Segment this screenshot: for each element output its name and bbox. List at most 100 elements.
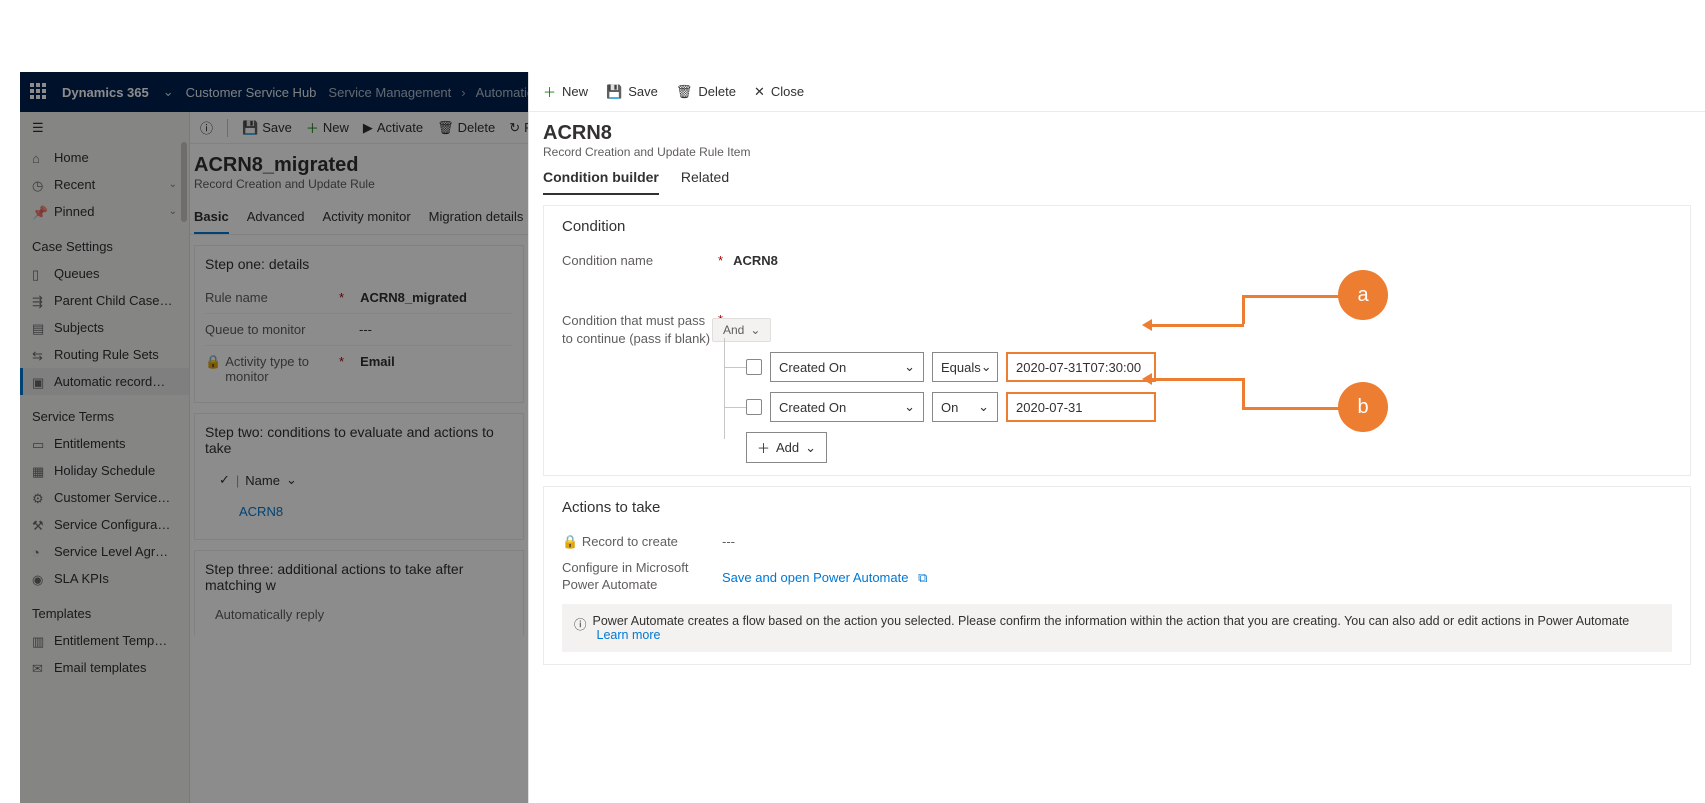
sidebar-item-queues[interactable]: ▯Queues [20,260,189,287]
info-icon: ⓘ [574,614,587,633]
field-queue: Queue to monitor --- [205,313,513,345]
home-icon: ⌂ [32,151,46,165]
field-value[interactable]: --- [722,530,735,549]
sidebar-item-holiday[interactable]: ▦Holiday Schedule [20,457,189,484]
field-selector[interactable]: Created On⌄ [770,392,924,422]
email-icon: ✉ [32,661,46,675]
save-button[interactable]: 💾Save [606,84,658,100]
sidebar-item-ent-temp[interactable]: ▥Entitlement Temp… [20,627,189,654]
learn-more-link[interactable]: Learn more [597,628,661,642]
input-value: 2020-07-31T07:30:00 [1016,360,1141,375]
activate-button[interactable]: ▶Activate [363,120,423,136]
tab-activity-monitor[interactable]: Activity monitor [323,209,411,234]
sidebar-item-subjects[interactable]: ▤Subjects [20,314,189,341]
tab-migration-details[interactable]: Migration details [429,209,524,234]
sidebar-item-label: Routing Rule Sets [54,347,159,362]
chevron-down-icon[interactable]: ⌄ [163,84,174,100]
background-command-bar: ⓘ 💾Save ＋New ▶Activate 🗑Delete ↻Refr [190,112,528,144]
add-condition-button[interactable]: ＋Add⌄ [746,432,827,463]
info-banner: ⓘ Power Automate creates a flow based on… [562,604,1672,652]
field-value[interactable]: ACRN8 [733,249,778,268]
panel-command-bar: ＋New 💾Save 🗑Delete ✕Close [529,72,1705,112]
trash-icon: 🗑 [437,120,454,136]
lock-icon: 🔒 [562,534,578,549]
operator-selector[interactable]: On⌄ [932,392,998,422]
sidebar-item-cust-svc[interactable]: ⚙Customer Service… [20,484,189,511]
group-operator[interactable]: And⌄ [712,318,771,342]
breadcrumb-1[interactable]: Service Management [328,85,451,100]
table-header[interactable]: ✓|Name⌄ [205,466,513,494]
sidebar-item-label: Automatic record… [54,374,165,389]
sidebar-item-label: Email templates [54,660,146,675]
sidebar-item-sla-kpi[interactable]: ◉SLA KPIs [20,565,189,592]
button-label: Add [776,440,799,455]
section-title: Step one: details [205,256,513,272]
button-label: Delete [698,84,736,99]
section-title: Condition [562,218,1672,235]
tree-icon: ⇶ [32,294,46,308]
field-value[interactable]: --- [359,322,372,337]
activate-icon: ▶ [363,120,373,136]
divider: | [236,473,239,488]
app-launcher-icon[interactable] [30,83,48,101]
row-checkbox[interactable] [746,359,762,375]
scrollbar-thumb[interactable] [181,142,187,222]
table-row[interactable]: ACRN8 [205,494,513,529]
annotation-badge-a: a [1338,270,1388,320]
sidebar-section-terms: Service Terms [20,395,189,430]
sidebar-item-home[interactable]: ⌂Home [20,144,189,171]
tab-basic[interactable]: Basic [194,209,229,234]
field-power-automate: Configure in Microsoft Power Automate Sa… [562,556,1672,594]
power-automate-link-wrapper: Save and open Power Automate ⧉ [722,556,927,586]
check-icon: ✓ [219,472,230,488]
sidebar-item-recent[interactable]: ◷Recent⌄ [20,171,189,198]
power-automate-link[interactable]: Save and open Power Automate [722,570,908,585]
panel-body: Condition Condition name * ACRN8 Conditi… [529,205,1705,679]
hamburger-icon[interactable]: ☰ [20,112,189,144]
save-icon: 💾 [606,84,622,100]
record-icon: ▣ [32,375,46,389]
value-input[interactable]: 2020-07-31 [1006,392,1156,422]
step-two-section: Step two: conditions to evaluate and act… [194,413,524,540]
condition-section: Condition Condition name * ACRN8 Conditi… [543,205,1691,476]
condition-row-2: Created On⌄ On⌄ 2020-07-31 [746,392,1672,422]
info-icon[interactable]: ⓘ [200,118,213,137]
required-indicator: * [339,354,344,384]
chevron-down-icon: ⌄ [904,359,915,375]
page-title: ACRN8_migrated [194,154,524,177]
close-button[interactable]: ✕Close [754,84,804,100]
step-one-section: Step one: details Rule name* ACRN8_migra… [194,245,524,403]
sidebar-item-routing[interactable]: ⇆Routing Rule Sets [20,341,189,368]
value-input[interactable]: 2020-07-31T07:30:00 [1006,352,1156,382]
sidebar-item-sla[interactable]: ◔Service Level Agr… [20,538,189,565]
sidebar-item-svc-config[interactable]: ⚒Service Configura… [20,511,189,538]
row-checkbox[interactable] [746,399,762,415]
new-button[interactable]: ＋New [543,82,588,101]
tab-related[interactable]: Related [681,169,729,195]
tab-advanced[interactable]: Advanced [247,209,305,234]
sidebar-item-entitlements[interactable]: ▭Entitlements [20,430,189,457]
field-selector[interactable]: Created On ⌄ [770,352,924,382]
field-rule-name: Rule name* ACRN8_migrated [205,282,513,313]
save-button[interactable]: 💾Save [242,120,292,136]
background-header: ACRN8_migrated Record Creation and Updat… [190,144,528,201]
clock-icon: ◷ [32,178,46,192]
selector-value: On [941,400,958,415]
operator-selector[interactable]: Equals⌄ [932,352,998,382]
app-name[interactable]: Customer Service Hub [186,85,317,100]
section-title: Step two: conditions to evaluate and act… [205,424,513,456]
selector-value: Created On [779,360,846,375]
delete-button[interactable]: 🗑Delete [676,84,736,100]
field-value[interactable]: ACRN8_migrated [360,290,467,305]
delete-button[interactable]: 🗑Delete [437,120,495,136]
tab-condition-builder[interactable]: Condition builder [543,169,659,195]
new-button[interactable]: ＋New [306,118,349,137]
field-label: 🔒 Record to create [562,530,712,550]
sidebar-item-email-temp[interactable]: ✉ Email templates [20,654,189,681]
sidebar-item-parent-child[interactable]: ⇶Parent Child Case… [20,287,189,314]
sla-icon: ◔ [32,545,46,559]
condition-builder: And⌄ Created On ⌄ Equals⌄ 2020-07-31T07:3… [712,318,1672,463]
sidebar-item-pinned[interactable]: 📌Pinned⌄ [20,198,189,225]
chevron-down-icon: ⌄ [904,399,915,415]
sidebar-item-automatic-record[interactable]: ▣ Automatic record… [20,368,189,395]
